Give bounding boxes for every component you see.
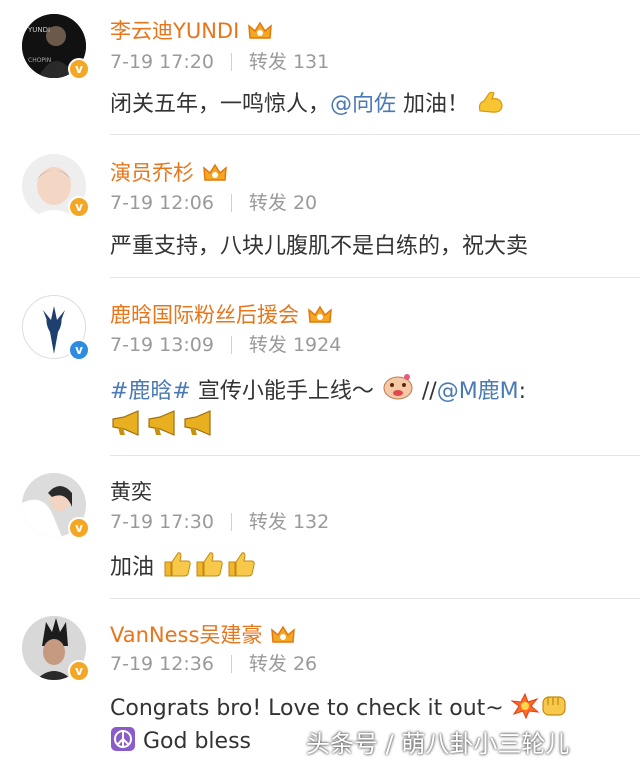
comment-item: v 演员乔杉 7-19 12:06 转发 20 严重支持，八块儿腹肌不是白练的，祝… (0, 135, 640, 278)
svg-text:YUNDI: YUNDI (27, 26, 50, 34)
comment-text: 闭关五年，一鸣惊人，@向佐 加油！ (110, 89, 506, 120)
repost-count[interactable]: 转发 132 (249, 511, 329, 533)
comment-body-tail: God bless (136, 729, 251, 754)
crown-icon (271, 625, 296, 643)
watermark-text: 头条号 / 萌八卦小三轮儿 (306, 730, 570, 758)
user-name-text[interactable]: VanNess吴建豪 (110, 621, 262, 649)
comment-time: 7-19 17:30 (110, 511, 214, 533)
comment-body: Congrats bro! Love to check it out~ (110, 696, 504, 721)
divider (230, 336, 232, 354)
comment-meta: 7-19 13:09 转发 1924 (110, 333, 341, 357)
comment-item: YUNDI CHOPIN v 李云迪YUNDI 7-19 17:20 转发 131… (0, 0, 640, 135)
repost-count[interactable]: 转发 1924 (249, 334, 341, 356)
comment-body-end: : (518, 379, 527, 404)
crown-icon (308, 305, 332, 323)
comment-text-line2: God bless (110, 726, 251, 757)
comment-item: v 黄奕 7-19 17:30 转发 132 加油 (0, 456, 640, 599)
user-name-text[interactable]: 黄奕 (110, 478, 152, 506)
user-name[interactable]: 演员乔杉 (110, 159, 228, 187)
verified-badge-icon: v (68, 196, 90, 218)
comment-meta: 7-19 12:06 转发 20 (110, 191, 317, 215)
repost-count[interactable]: 转发 20 (249, 192, 317, 214)
user-name[interactable]: 李云迪YUNDI (110, 17, 273, 45)
megaphone-emoji-row (110, 409, 216, 437)
user-name-text[interactable]: 演员乔杉 (110, 159, 194, 187)
comment-meta: 7-19 17:20 转发 131 (110, 50, 329, 74)
muscle-emoji-icon (478, 91, 503, 113)
comment-body: 闭关五年，一鸣惊人， (110, 92, 331, 117)
repost-count[interactable]: 转发 131 (249, 51, 329, 73)
thumbs-up-icon (164, 552, 191, 577)
divider (230, 53, 232, 71)
user-name[interactable]: 鹿晗国际粉丝后援会 (110, 301, 333, 329)
divider (230, 655, 232, 673)
comment-text: #鹿晗# 宣传小能手上线～ //@M鹿M: (110, 372, 526, 407)
comment-time: 7-19 12:06 (110, 192, 214, 214)
verified-badge-icon: v (68, 517, 90, 539)
comment-text: Congrats bro! Love to check it out~ (110, 691, 569, 724)
crown-icon (248, 21, 273, 39)
thumbs-up-icon (228, 552, 255, 577)
comment-text: 加油 (110, 550, 257, 583)
peace-symbol-icon (111, 727, 135, 751)
comment-time: 7-19 13:09 (110, 334, 214, 356)
collision-emoji-icon (510, 693, 539, 719)
mention-link[interactable]: @向佐 (330, 92, 396, 117)
fist-emoji-icon (542, 696, 566, 716)
comment-time: 7-19 12:36 (110, 653, 214, 675)
mention-link[interactable]: @M鹿M (437, 379, 519, 404)
user-name[interactable]: 黄奕 (110, 478, 152, 506)
comment-body: 加油 (110, 555, 155, 580)
comment-item: v 鹿晗国际粉丝后援会 7-19 13:09 转发 1924 #鹿晗# 宣传小能手… (0, 278, 640, 456)
comment-meta: 7-19 17:30 转发 132 (110, 510, 329, 534)
topic-link[interactable]: #鹿晗# (110, 379, 191, 404)
comment-meta: 7-19 12:36 转发 26 (110, 652, 317, 676)
user-name-text[interactable]: 鹿晗国际粉丝后援会 (110, 301, 299, 329)
megaphone-emoji-icon (184, 410, 211, 436)
megaphone-emoji-icon (148, 410, 175, 436)
repost-count[interactable]: 转发 26 (249, 653, 317, 675)
verified-badge-icon: v (68, 660, 90, 682)
cute-face-emoji-icon (383, 374, 413, 400)
comment-body-tail: // (414, 379, 437, 404)
divider (230, 513, 232, 531)
comment-body-tail: 加油！ (396, 92, 470, 117)
user-name-text[interactable]: 李云迪YUNDI (110, 17, 239, 45)
verified-badge-icon: v (68, 339, 90, 361)
thumbs-up-icon (196, 552, 223, 577)
user-name[interactable]: VanNess吴建豪 (110, 621, 296, 649)
comment-time: 7-19 17:20 (110, 51, 214, 73)
divider (230, 194, 232, 212)
comment-body: 宣传小能手上线～ (190, 379, 374, 404)
verified-badge-icon: v (68, 58, 90, 80)
megaphone-emoji-icon (112, 410, 139, 436)
svg-text:CHOPIN: CHOPIN (28, 57, 51, 64)
comment-text: 严重支持，八块儿腹肌不是白练的，祝大卖 (110, 234, 529, 259)
crown-icon (203, 163, 227, 181)
